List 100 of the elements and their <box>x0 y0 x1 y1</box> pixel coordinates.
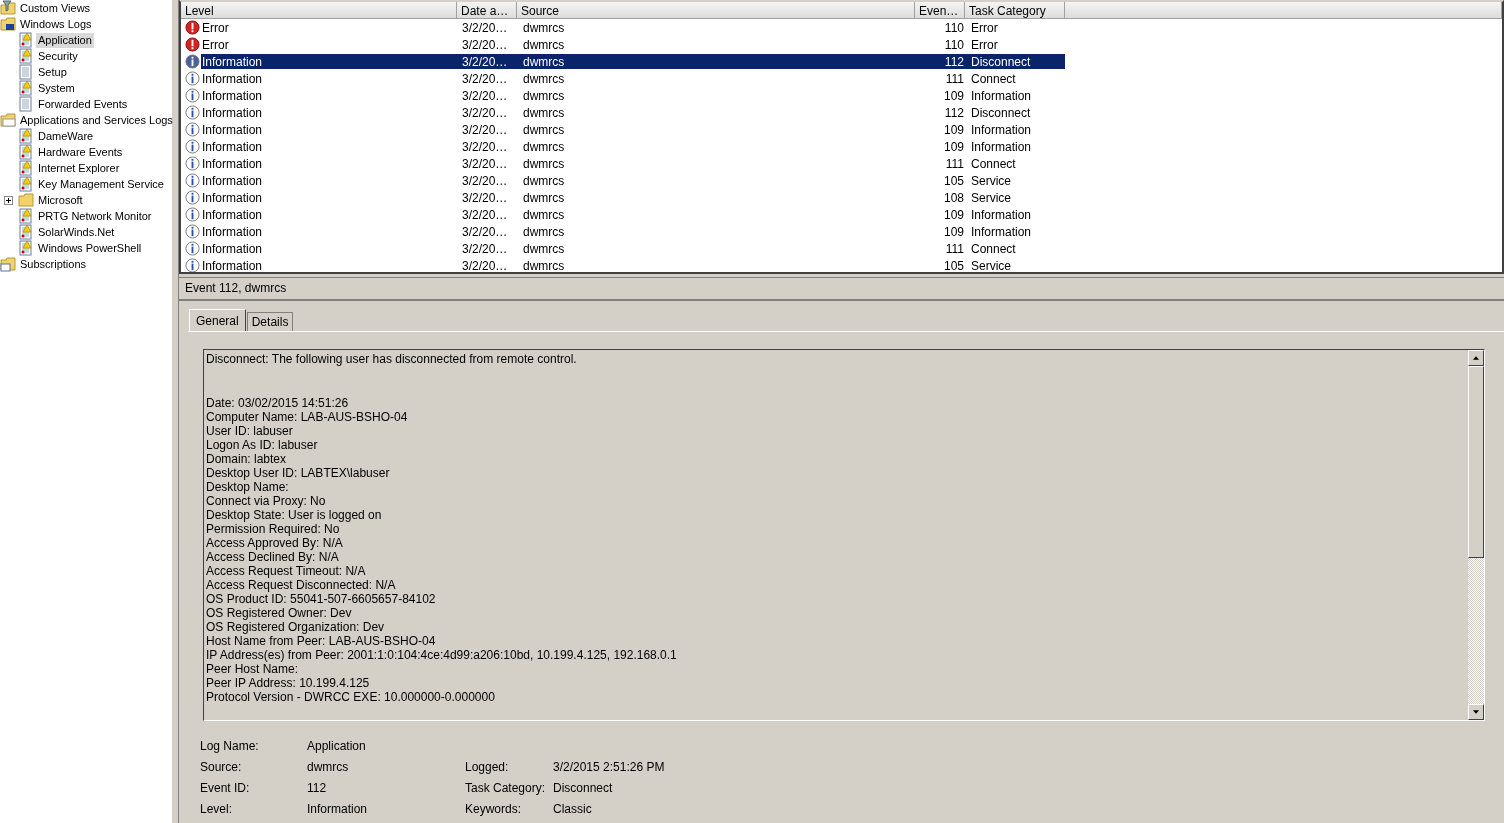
event-row[interactable]: Information 3/2/20… dwmrcs 109 Information <box>201 224 1065 239</box>
tree-item[interactable]: Key Management Service <box>36 176 166 192</box>
tree-item[interactable]: Custom Views <box>18 0 93 16</box>
tree-item[interactable]: DameWare <box>36 128 96 144</box>
tree-item[interactable]: Microsoft <box>36 192 85 208</box>
level-cell-text: Information <box>201 88 264 103</box>
event-row[interactable]: Information 3/2/20… dwmrcs 105 Service <box>201 173 1065 188</box>
date-cell-text: 3/2/20… <box>461 71 509 86</box>
task-category-cell-text: Service <box>970 190 1012 205</box>
event-row[interactable]: Information 3/2/20… dwmrcs 111 Connect <box>201 156 1065 171</box>
message-line: Access Request Disconnected: N/A <box>206 578 396 592</box>
task-category-cell-text: Information <box>970 207 1033 222</box>
date-cell-text: 3/2/20… <box>461 105 509 120</box>
task-category-cell-text: Information <box>970 224 1033 239</box>
scroll-up-icon[interactable] <box>1468 350 1484 366</box>
folder-computer-icon <box>0 16 16 32</box>
tree-item[interactable]: Setup <box>36 64 69 80</box>
folder-icon <box>18 192 34 208</box>
tab[interactable]: Details <box>246 312 294 331</box>
info-icon <box>185 122 200 137</box>
field-value: Disconnect <box>553 780 614 795</box>
message-line: Access Approved By: N/A <box>206 536 343 550</box>
tree-item[interactable]: Forwarded Events <box>36 96 130 112</box>
task-category-cell-text: Disconnect <box>970 105 1032 120</box>
event-id-cell-text: 109 <box>942 122 965 137</box>
filter-folder-icon <box>0 0 16 16</box>
column-header[interactable]: Date a… <box>457 2 517 19</box>
event-row[interactable]: Information 3/2/20… dwmrcs 112 Disconnect <box>201 105 1065 120</box>
event-id-cell-text: 109 <box>942 207 965 222</box>
event-row[interactable]: Error 3/2/20… dwmrcs 110 Error <box>201 20 1065 35</box>
error-icon <box>185 20 200 35</box>
field-label: Level: <box>200 801 234 816</box>
event-id-cell-text: 105 <box>942 258 965 272</box>
log-warning-icon <box>18 128 34 144</box>
info-icon <box>185 224 200 239</box>
event-row[interactable]: Information 3/2/20… dwmrcs 109 Information <box>201 207 1065 222</box>
tree-item[interactable]: Windows Logs <box>18 16 94 32</box>
column-header[interactable]: Even… <box>915 2 965 19</box>
message-line: Protocol Version - DWRCC EXE: 10.000000-0.000000 <box>206 690 495 704</box>
vertical-scrollbar[interactable] <box>1467 350 1484 720</box>
message-line: Peer Host Name: <box>206 662 299 676</box>
message-line: Date: 03/02/2015 14:51:26 <box>206 396 349 410</box>
task-category-cell-text: Service <box>970 173 1012 188</box>
level-cell-text: Error <box>201 37 230 52</box>
event-message-box[interactable] <box>203 349 1485 721</box>
field-value: Information <box>307 801 369 816</box>
date-cell-text: 3/2/20… <box>461 258 509 272</box>
date-cell-text: 3/2/20… <box>461 139 509 154</box>
event-row[interactable]: Information 3/2/20… dwmrcs 109 Information <box>201 88 1065 103</box>
date-cell-text: 3/2/20… <box>461 207 509 222</box>
event-row[interactable]: Information 3/2/20… dwmrcs 109 Information <box>201 122 1065 137</box>
message-line: Access Request Timeout: N/A <box>206 564 366 578</box>
tree-item[interactable]: Application <box>36 32 94 48</box>
event-row[interactable]: Information 3/2/20… dwmrcs 108 Service <box>201 190 1065 205</box>
event-id-cell-text: 109 <box>942 224 965 239</box>
scroll-down-icon[interactable] <box>1468 704 1484 720</box>
date-cell-text: 3/2/20… <box>461 241 509 256</box>
task-category-cell-text: Information <box>970 139 1033 154</box>
log-warning-icon <box>18 224 34 240</box>
tree-item[interactable]: SolarWinds.Net <box>36 224 117 240</box>
log-icon <box>18 96 34 112</box>
field-value: Application <box>307 738 367 753</box>
field-label: Logged: <box>465 759 510 774</box>
tree-item[interactable]: Hardware Events <box>36 144 125 160</box>
tree-item[interactable]: Applications and Services Logs <box>18 112 175 128</box>
source-cell-text: dwmrcs <box>522 88 566 103</box>
level-cell-text: Information <box>201 224 264 239</box>
column-header[interactable]: Source <box>517 2 915 19</box>
tree-item[interactable]: System <box>36 80 77 96</box>
tab[interactable]: General <box>189 309 246 331</box>
source-cell-text: dwmrcs <box>522 139 566 154</box>
task-category-cell-text: Error <box>970 20 999 35</box>
message-line: Logon As ID: labuser <box>206 438 318 452</box>
level-cell-text: Information <box>201 173 264 188</box>
scroll-thumb[interactable] <box>1468 366 1484 558</box>
event-row[interactable]: Information 3/2/20… dwmrcs 111 Connect <box>201 241 1065 256</box>
log-warning-icon <box>18 160 34 176</box>
event-row[interactable]: Information 3/2/20… dwmrcs 112 Disconnect <box>201 54 1065 69</box>
event-id-cell-text: 110 <box>943 20 965 35</box>
column-header[interactable]: Task Category <box>965 2 1065 19</box>
event-row[interactable]: Information 3/2/20… dwmrcs 109 Information <box>201 139 1065 154</box>
message-line: Computer Name: LAB-AUS-BSHO-04 <box>206 410 408 424</box>
task-category-cell-text: Disconnect <box>970 54 1032 69</box>
field-label: Keywords: <box>465 801 523 816</box>
tree-item[interactable]: Subscriptions <box>18 256 89 272</box>
info-icon <box>185 156 200 171</box>
error-icon <box>185 37 200 52</box>
tree-item[interactable]: Windows PowerShell <box>36 240 144 256</box>
event-row[interactable]: Information 3/2/20… dwmrcs 105 Service <box>201 258 1065 272</box>
tree-item[interactable]: Security <box>36 48 80 64</box>
expand-icon[interactable] <box>4 195 13 205</box>
tree-item[interactable]: Internet Explorer <box>36 160 122 176</box>
event-id-cell-text: 105 <box>942 173 965 188</box>
source-cell-text: dwmrcs <box>522 37 566 52</box>
log-warning-icon <box>18 80 34 96</box>
message-line: OS Registered Owner: Dev <box>206 606 352 620</box>
event-row[interactable]: Error 3/2/20… dwmrcs 110 Error <box>201 37 1065 52</box>
tree-item[interactable]: PRTG Network Monitor <box>36 208 154 224</box>
event-row[interactable]: Information 3/2/20… dwmrcs 111 Connect <box>201 71 1065 86</box>
column-header[interactable]: Level <box>181 2 457 19</box>
